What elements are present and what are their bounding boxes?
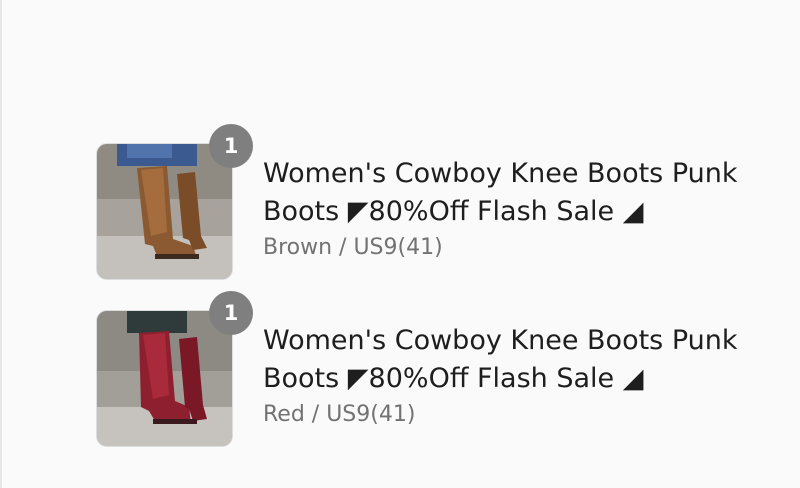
product-title: Women's Cowboy Knee Boots Punk Boots ◤80… (263, 325, 738, 394)
product-info: Women's Cowboy Knee Boots Punk Boots ◤80… (263, 322, 783, 432)
product-variant: Red / US9(41) (263, 402, 416, 427)
product-title: Women's Cowboy Knee Boots Punk Boots ◤80… (263, 158, 738, 227)
product-thumbnail-wrapper: 1 (96, 291, 253, 447)
brown-boot-image (97, 144, 232, 279)
product-thumbnail (96, 143, 233, 280)
product-thumbnail-wrapper: 1 (96, 124, 253, 280)
product-info: Women's Cowboy Knee Boots Punk Boots ◤80… (263, 155, 783, 265)
panel-divider (0, 0, 2, 488)
product-thumbnail (96, 310, 233, 447)
product-line-item: 1 Women's Cowboy Knee Boots Punk Boots ◤… (96, 291, 786, 447)
quantity-badge: 1 (209, 124, 253, 168)
red-boot-image (97, 311, 232, 446)
product-variant: Brown / US9(41) (263, 235, 443, 260)
product-line-item: 1 Women's Cowboy Knee Boots Punk Boots ◤… (96, 124, 786, 280)
order-summary-items: 1 Women's Cowboy Knee Boots Punk Boots ◤… (96, 124, 786, 477)
quantity-badge: 1 (209, 291, 253, 335)
